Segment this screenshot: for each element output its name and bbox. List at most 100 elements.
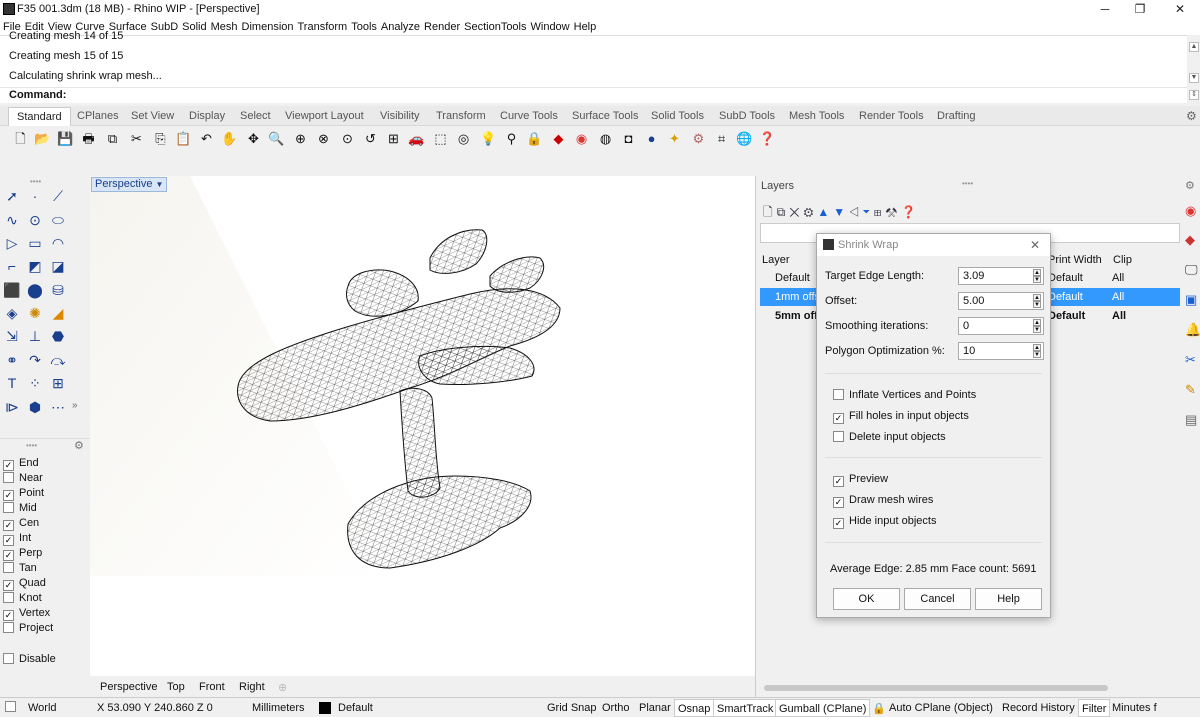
smarttrack-toggle[interactable]: SmartTrack [713, 699, 778, 717]
osnap-mid[interactable]: Mid [3, 502, 37, 515]
viewport-label[interactable]: Perspective ▼ [91, 177, 168, 192]
purge-icon[interactable]: ⚙ [804, 205, 818, 219]
gumball-toggle[interactable]: Gumball (CPlane) [775, 699, 871, 717]
material-icon[interactable]: ◆ [1185, 232, 1195, 248]
tab-render-tools[interactable]: Render Tools [859, 110, 924, 122]
tab-subd-tools[interactable]: SubD Tools [719, 110, 775, 122]
perspective-viewport[interactable]: Perspective ▼ [90, 176, 755, 676]
menu-help[interactable]: Help [574, 19, 597, 35]
horizontal-scrollbar[interactable] [764, 685, 1108, 691]
polygon-optimization-input[interactable]: 10 ▲ ▼ [958, 342, 1044, 360]
checkbox-icon[interactable]: ✓ [3, 535, 14, 546]
options-gear-icon[interactable]: ⚙ [690, 130, 707, 147]
flow-icon[interactable]: ⧐ [2, 397, 22, 417]
zoom-window-icon[interactable]: ⊕ [292, 130, 309, 147]
restore-button[interactable]: ❐ [1123, 0, 1157, 19]
lock-icon[interactable]: 🔒 [526, 130, 543, 147]
text-icon[interactable]: T [2, 373, 22, 393]
close-icon[interactable]: ✕ [1030, 238, 1040, 252]
record-history-toggle[interactable]: Record History [1002, 702, 1075, 714]
select-arrow-icon[interactable]: ➚ [2, 186, 22, 206]
print-icon[interactable]: 🖶 [80, 130, 97, 147]
array-icon[interactable]: ⊞ [48, 373, 68, 393]
tab-set-view[interactable]: Set View [131, 110, 174, 122]
command-scrollbar[interactable]: ▲ ▼ ⇕ [1187, 35, 1200, 103]
zoom-extents-icon[interactable]: ⊗ [315, 130, 332, 147]
tab-perspective[interactable]: Perspective [100, 681, 157, 693]
menu-tools[interactable]: Tools [351, 19, 377, 35]
inflate-vertices-checkbox[interactable]: Inflate Vertices and Points [833, 389, 976, 401]
previous-icon[interactable]: ◁ [849, 205, 863, 219]
polyline-icon[interactable]: ⟋ [48, 186, 68, 206]
material-icon[interactable]: ◆ [550, 130, 567, 147]
offset-input[interactable]: 5.00 ▲ ▼ [958, 292, 1044, 310]
dimension-icon[interactable]: ⊥ [25, 326, 45, 346]
layer-color-swatch[interactable] [319, 702, 331, 714]
trim-icon[interactable]: ↷ [25, 350, 45, 370]
osnap-cen[interactable]: ✓ Cen [3, 517, 39, 531]
point-icon[interactable]: · [25, 186, 45, 206]
tab-standard[interactable]: Standard [8, 107, 71, 126]
more-icon[interactable]: » [72, 400, 78, 411]
select-icon[interactable]: ⬚ [432, 130, 449, 147]
library-icon[interactable]: ▤ [1185, 412, 1197, 428]
menu-window[interactable]: Window [531, 19, 570, 35]
checkbox-icon[interactable] [3, 502, 14, 513]
tools-icon[interactable]: ⚒ [885, 205, 901, 219]
group-icon[interactable]: ⚭ [2, 350, 22, 370]
edit-icon[interactable]: ✎ [1185, 382, 1196, 398]
tab-cplanes[interactable]: CPlanes [77, 110, 119, 122]
zoom-icon[interactable]: 🔍 [268, 130, 285, 147]
ok-button[interactable]: OK [833, 588, 900, 610]
help-icon[interactable]: ❓ [759, 130, 776, 147]
planar-toggle[interactable]: Planar [639, 702, 671, 714]
display-icon[interactable]: 🖵 [1185, 262, 1198, 278]
cplane-icon[interactable]: ◎ [455, 130, 472, 147]
car-icon[interactable]: 🚗 [408, 130, 425, 147]
gear-icon[interactable]: ⚙ [1186, 109, 1197, 123]
lock-icon[interactable]: 🔒 [872, 702, 886, 715]
osnap-quad[interactable]: ✓ Quad [3, 577, 46, 591]
points-icon[interactable]: ⁘ [25, 373, 45, 393]
tab-solid-tools[interactable]: Solid Tools [651, 110, 704, 122]
checkbox-icon[interactable]: ✓ [3, 460, 14, 471]
filter-toggle[interactable]: Filter [1078, 699, 1111, 717]
column-print-width[interactable]: Print Width [1048, 254, 1102, 266]
help-button[interactable]: Help [975, 588, 1042, 610]
arc-icon[interactable]: ◠ [48, 233, 68, 253]
move-down-icon[interactable]: ▼ [833, 205, 849, 219]
osnap-knot[interactable]: Knot [3, 592, 42, 605]
osnap-end[interactable]: ✓ End [3, 457, 39, 471]
osnap-near[interactable]: Near [3, 472, 43, 485]
menu-analyze[interactable]: Analyze [381, 19, 420, 35]
target-edge-length-input[interactable]: 3.09 ▲ ▼ [958, 267, 1044, 285]
tab-drafting[interactable]: Drafting [937, 110, 976, 122]
curve-icon[interactable]: ∿ [2, 210, 22, 230]
delete-layer-icon[interactable]: ✕ [789, 205, 803, 219]
checkbox-icon[interactable]: ✓ [3, 610, 14, 621]
osnap-int[interactable]: ✓ Int [3, 532, 31, 546]
render-preview-icon[interactable]: ◘ [620, 130, 637, 147]
tab-surface-tools[interactable]: Surface Tools [572, 110, 638, 122]
grid-snap-toggle[interactable]: Grid Snap [547, 702, 597, 714]
color-wheel-icon[interactable]: ◉ [1185, 203, 1196, 219]
new-sublayer-icon[interactable]: ⧉ [777, 205, 790, 219]
checkbox-icon[interactable] [3, 562, 14, 573]
mesh-icon[interactable]: ◈ [2, 303, 22, 323]
checkbox-icon[interactable] [3, 622, 14, 633]
osnap-project[interactable]: Project [3, 622, 53, 635]
scroll-up-icon[interactable]: ▲ [1189, 42, 1199, 52]
sphere-icon[interactable]: ⬤ [25, 280, 45, 300]
light-icon[interactable]: ✦ [666, 130, 683, 147]
new-layer-icon[interactable]: 🗋 [763, 205, 777, 219]
checkbox-icon[interactable] [3, 472, 14, 483]
draw-mesh-wires-checkbox[interactable]: ✓ Draw mesh wires [833, 494, 933, 508]
filter-icon[interactable]: ⏷ [863, 205, 874, 219]
osnap-perp[interactable]: ✓ Perp [3, 547, 42, 561]
import-icon[interactable]: ⧉ [104, 130, 121, 147]
ortho-toggle[interactable]: Ortho [602, 702, 630, 714]
menu-transform[interactable]: Transform [298, 19, 348, 35]
split-icon[interactable]: ⤼ [48, 350, 68, 370]
osnap-vertex[interactable]: ✓ Vertex [3, 607, 50, 621]
paste-icon[interactable]: 📋 [175, 130, 192, 147]
